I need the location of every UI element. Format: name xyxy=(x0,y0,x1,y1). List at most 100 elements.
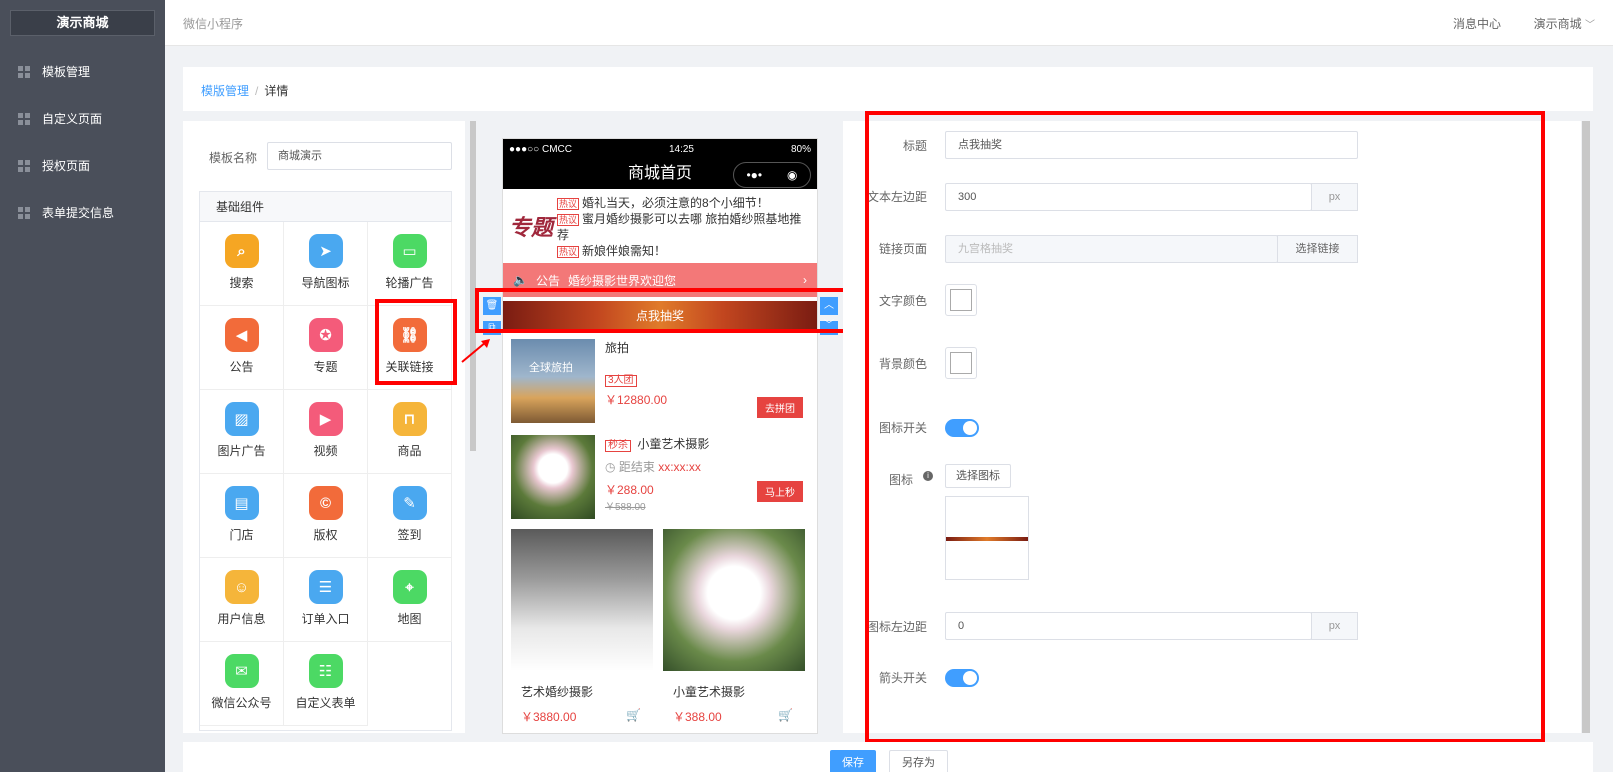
topic-module[interactable]: 专题 热议 婚礼当天，必须注意的8个小细节！ 热议 蜜月婚纱摄影可以去哪 旅拍婚纱照… xyxy=(503,189,817,263)
flash-buy-button[interactable]: 马上秒 xyxy=(757,481,803,502)
component-label: 地图 xyxy=(397,612,422,626)
grid-product-item[interactable]: 小童艺术摄影 ￥388.00 🛒 xyxy=(663,529,805,725)
component-label: 自定义表单 xyxy=(295,696,356,710)
component-clipboard[interactable]: ☰ 订单入口 xyxy=(284,558,368,642)
flash-sale-tag: 秒杀 xyxy=(605,440,631,452)
speaker-icon: ◀ xyxy=(224,318,259,352)
component-video[interactable]: ▶ 视频 xyxy=(284,390,368,474)
cart-icon[interactable]: 🛒 xyxy=(778,708,793,725)
breadcrumb-current: 详情 xyxy=(264,84,289,98)
sidebar-item-template-manage[interactable]: 模板管理 xyxy=(0,48,165,95)
close-target-icon: ◉ xyxy=(787,168,798,182)
grid-product-item[interactable]: 艺术婚纱摄影 ￥3880.00 🛒 xyxy=(511,529,653,725)
component-copyright[interactable]: © 版权 xyxy=(284,474,368,558)
sidebar-item-form-submissions[interactable]: 表单提交信息 xyxy=(0,189,165,236)
component-map-pin[interactable]: ⌖ 地图 xyxy=(368,558,452,642)
countdown-value: xx:xx:xx xyxy=(658,460,701,474)
product-image xyxy=(511,529,653,671)
search-icon: ⌕ xyxy=(224,234,259,268)
highlight-property-panel xyxy=(865,111,1545,743)
component-topic[interactable]: ✪ 专题 xyxy=(284,306,368,390)
bag-icon: ⊓ xyxy=(392,402,427,436)
component-carousel[interactable]: ▭ 轮播广告 xyxy=(368,222,452,306)
group-tag: 3人团 xyxy=(605,375,637,387)
component-user[interactable]: ☺ 用户信息 xyxy=(200,558,284,642)
phone-page-title: 商城首页 xyxy=(627,165,692,182)
topic-icon: ✪ xyxy=(308,318,343,352)
topic-item: 热议 婚礼当天，必须注意的8个小细节！ xyxy=(557,195,811,211)
components-title: 基础组件 xyxy=(200,192,451,222)
component-label: 微信公众号 xyxy=(211,696,272,710)
store-icon: ▤ xyxy=(224,486,259,520)
sidebar-item-custom-page[interactable]: 自定义页面 xyxy=(0,95,165,142)
copyright-icon: © xyxy=(308,486,343,520)
grid-icon xyxy=(18,65,30,78)
product-grid: 艺术婚纱摄影 ￥3880.00 🛒 小童艺术摄影 ￥388.00 🛒 xyxy=(503,523,817,731)
product-name: 旅拍 xyxy=(605,341,630,355)
clock-icon: ◷ xyxy=(605,460,616,474)
sidebar-item-label: 表单提交信息 xyxy=(42,206,115,220)
save-as-button[interactable]: 另存为 xyxy=(889,750,948,772)
component-form[interactable]: ☷ 自定义表单 xyxy=(284,642,368,726)
save-button[interactable]: 保存 xyxy=(830,750,876,772)
component-navigation[interactable]: ➤ 导航图标 xyxy=(284,222,368,306)
right-scrollbar[interactable] xyxy=(1582,121,1590,733)
grid-product-price: ￥388.00 xyxy=(673,710,722,724)
notice-label: 公告 xyxy=(535,273,560,288)
map-pin-icon: ⌖ xyxy=(392,570,427,604)
speaker-icon: 🔈 xyxy=(513,273,528,287)
hot-tag: 热议 xyxy=(557,198,580,210)
sidebar-item-auth-page[interactable]: 授权页面 xyxy=(0,142,165,189)
component-label: 门店 xyxy=(229,528,254,542)
app-subtitle: 微信小程序 xyxy=(183,17,244,31)
basic-components: 基础组件 ⌕ 搜索 ➤ 导航图标 ▭ 轮播广告 ◀ 公告 ✪ 专题 ⛓ 关联链接 ▨ 图片广告 ▶ 视频 ⊓ 商品… xyxy=(199,191,452,731)
component-label: 视频 xyxy=(313,444,338,458)
phone-status-bar: ●●●○○ CMCC 14:25 80% xyxy=(503,139,817,159)
topic-text: 蜜月婚纱摄影可以去哪 旅拍婚纱照基地推荐 xyxy=(557,212,802,242)
sidebar-item-label: 自定义页面 xyxy=(42,112,103,126)
countdown-label: 距结束 xyxy=(618,460,655,474)
product-image-text: 全球旅拍 xyxy=(529,362,573,374)
notice-text: 婚纱摄影世界欢迎您 xyxy=(567,273,676,288)
component-bag[interactable]: ⊓ 商品 xyxy=(368,390,452,474)
product-item[interactable]: 秒杀 小童艺术摄影 ◷ 距结束 xx:xx:xx ￥288.00 ￥588.00… xyxy=(503,427,817,523)
component-image[interactable]: ▨ 图片广告 xyxy=(200,390,284,474)
cart-icon[interactable]: 🛒 xyxy=(626,708,641,725)
component-search[interactable]: ⌕ 搜索 xyxy=(200,222,284,306)
component-store[interactable]: ▤ 门店 xyxy=(200,474,284,558)
carousel-icon: ▭ xyxy=(392,234,427,268)
group-buy-button[interactable]: 去拼团 xyxy=(757,397,803,418)
product-item[interactable]: 全球旅拍 旅拍 3人团 ￥12880.00 去拼团 xyxy=(503,331,817,427)
topic-list: 热议 婚礼当天，必须注意的8个小细节！ 热议 蜜月婚纱摄影可以去哪 旅拍婚纱照基地推… xyxy=(557,195,811,259)
product-image: 全球旅拍 xyxy=(511,339,595,423)
arrow-icon xyxy=(461,339,490,363)
shop-dropdown[interactable]: 演示商城 ﹀ xyxy=(1534,15,1595,32)
component-pencil[interactable]: ✎ 签到 xyxy=(368,474,452,558)
breadcrumb-root-link[interactable]: 模版管理 xyxy=(201,84,249,98)
component-wechat[interactable]: ✉ 微信公众号 xyxy=(200,642,284,726)
time-text: 14:25 xyxy=(668,143,694,155)
footer-actions: 保存 另存为 xyxy=(183,742,1593,772)
clipboard-icon: ☰ xyxy=(308,570,343,604)
chevron-down-icon: ﹀ xyxy=(1585,20,1595,31)
sidebar: 演示商城 模板管理 自定义页面 授权页面 表单提交信息 xyxy=(0,0,165,772)
topic-text: 婚礼当天，必须注意的8个小细节！ xyxy=(582,196,769,210)
hot-tag: 热议 xyxy=(557,214,580,226)
component-label: 用户信息 xyxy=(217,612,266,626)
component-speaker[interactable]: ◀ 公告 xyxy=(200,306,284,390)
breadcrumb: 模版管理 / 详情 xyxy=(183,67,1593,111)
battery-text: 80% xyxy=(790,143,811,155)
product-info: 旅拍 3人团 ￥12880.00 去拼团 xyxy=(595,339,809,419)
left-scrollbar[interactable] xyxy=(470,121,476,451)
components-grid: ⌕ 搜索 ➤ 导航图标 ▭ 轮播广告 ◀ 公告 ✪ 专题 ⛓ 关联链接 ▨ 图片广告 ▶ 视频 ⊓ 商品 ▤ 门店 © 版… xyxy=(200,222,452,726)
grid-product-name: 小童艺术摄影 xyxy=(673,685,746,699)
template-name-input[interactable]: 商城演示 xyxy=(267,142,452,170)
component-label: 商品 xyxy=(397,444,422,458)
component-label: 搜索 xyxy=(229,276,254,290)
chevron-right-icon: › xyxy=(803,273,807,287)
message-center-link[interactable]: 消息中心 xyxy=(1453,15,1501,32)
breadcrumb-separator: / xyxy=(255,84,259,98)
topic-item: 热议 新娘伴娘需知！ xyxy=(557,243,811,259)
shop-logo[interactable]: 演示商城 xyxy=(10,10,155,36)
topic-text: 新娘伴娘需知！ xyxy=(582,244,667,258)
